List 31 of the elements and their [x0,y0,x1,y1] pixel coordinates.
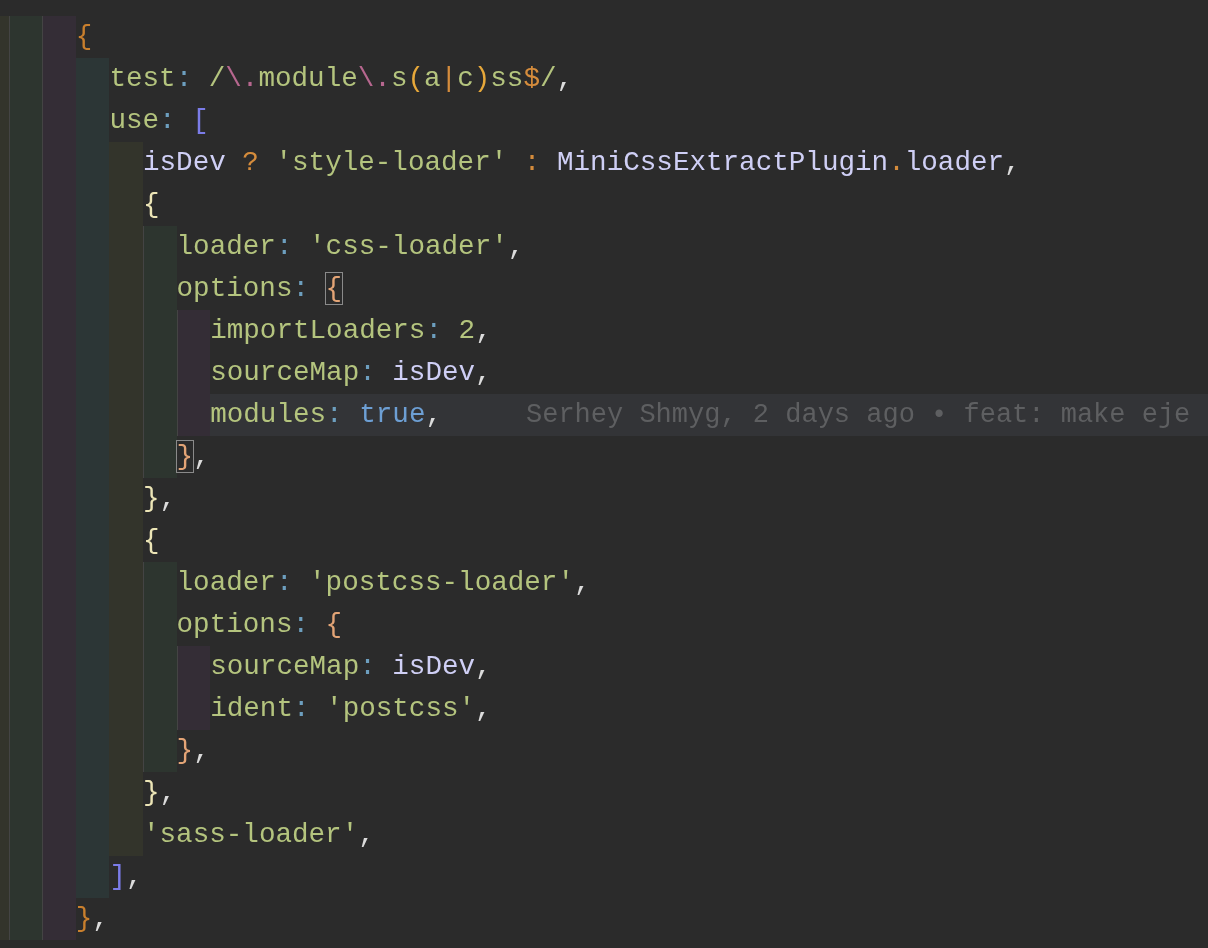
code-line: ident: 'postcss', [210,692,492,726]
code-line: }, [142,482,177,516]
code-line: 'sass-loader', [142,818,375,852]
code-line: }, [176,734,210,768]
indent-guide [176,310,211,352]
code-line: loader: 'postcss-loader', [176,566,591,600]
code-line: }, [75,902,109,936]
code-line: modules: true, [210,398,442,432]
code-line: { [142,188,160,222]
code-line: }, [176,440,210,474]
code-line: importLoaders: 2, [210,314,492,348]
code-line: isDev ? 'style-loader' : MiniCssExtractPlugin.loader, [142,146,1021,180]
indent-guide [176,688,211,730]
code-line: ], [109,860,143,894]
code-line: test: /\.module\.s(a|c)ss$/, [109,62,574,96]
indent-guide [42,16,76,58]
indent-guide [176,646,211,688]
code-line: }, [142,776,177,810]
code-line: use: [ [109,104,209,138]
indent-guide [142,562,177,604]
code-line: options: { [176,272,343,306]
code-line: sourceMap: isDev, [210,650,492,684]
code-line: { [75,20,93,54]
indent-guide [142,436,177,478]
code-line: options: { [176,608,343,642]
indent-guide [142,730,177,772]
code-line: sourceMap: isDev, [210,356,492,390]
indent-guide [142,226,177,268]
code-line: loader: 'css-loader', [176,230,525,264]
code-line: { [142,524,160,558]
indent-guide [42,898,76,940]
